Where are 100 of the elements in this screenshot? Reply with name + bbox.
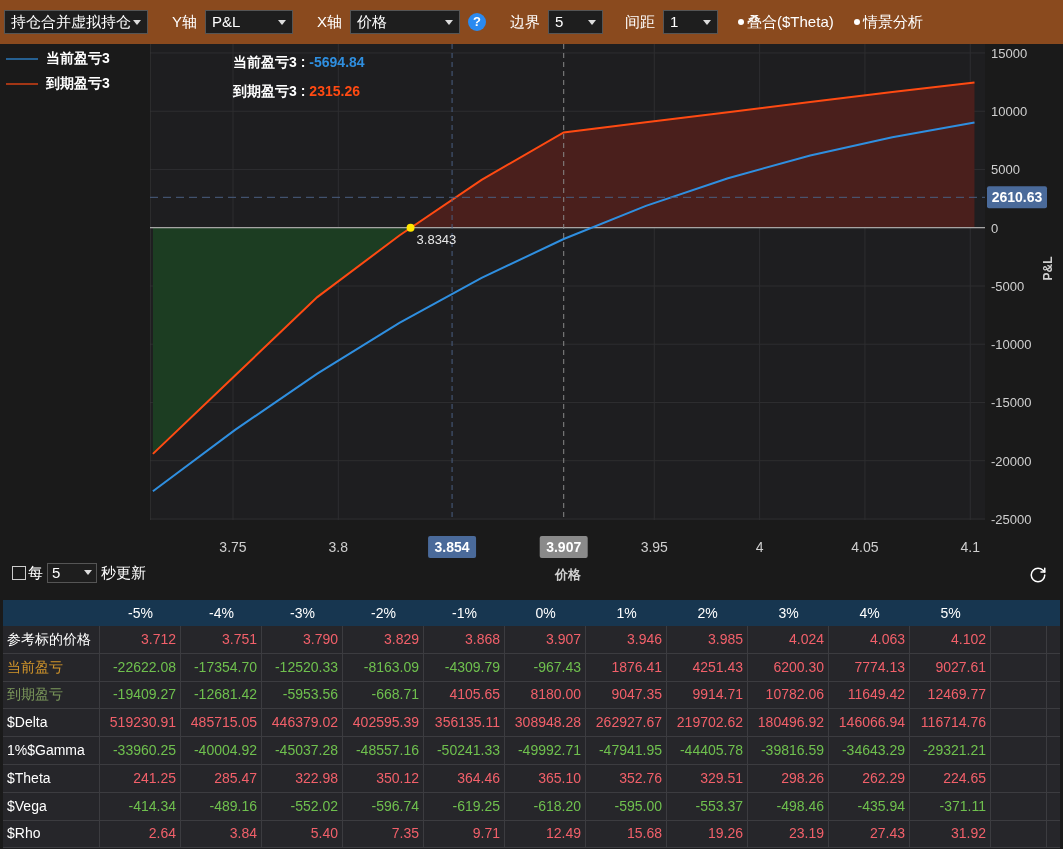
table-cell: 180496.92 [748,709,829,737]
x-tick-label: 4 [755,539,764,555]
table-cell: -435.94 [829,792,910,820]
table-cell: 365.10 [505,765,586,792]
option-toggle[interactable]: 情景分析 [853,10,923,34]
table-cell: -48557.16 [343,737,424,764]
table-cell: 3.84 [181,820,262,848]
caret-icon [84,570,92,576]
column-header: 1% [615,603,638,623]
row-label: $Vega [3,792,100,820]
table-cell: 224.65 [910,765,991,792]
table-cell: 4.102 [910,626,991,653]
caret-icon [278,19,286,25]
table-cell: -22622.08 [100,653,181,681]
axis-value-label: 2610.63 [987,186,1047,209]
table-cell: 9914.71 [667,681,748,709]
table-cell: -619.25 [424,792,505,820]
auto-refresh-checkbox[interactable] [12,565,26,580]
field-label: 边界 [510,11,541,32]
table-cell: 308948.28 [505,709,586,737]
table-cell: 285.47 [181,765,262,792]
position-dropdown[interactable]: 持仓合并虚拟持仓 [4,10,148,34]
table-cell: 6200.30 [748,653,829,681]
table-cell: -967.43 [505,653,586,681]
breakeven-label: 3.8343 [416,231,457,247]
y-tick-label: -25000 [991,512,1032,527]
table-cell: -17354.70 [181,653,262,681]
table-cell: -49992.71 [505,737,586,764]
caret-icon [703,19,712,25]
row-label: 1%$Gamma [3,737,100,764]
table-cell: -552.02 [262,792,343,820]
table-cell: -44405.78 [667,737,748,764]
table-cell: 3.829 [343,626,424,653]
table-cell: 3.946 [586,626,667,653]
x-tick-label: 4.1 [960,539,980,555]
table-cell: -5953.56 [262,681,343,709]
y-axis-dropdown[interactable]: P&L [205,10,293,34]
legend-label: 当前盈亏3 [46,49,110,68]
x-axis-dropdown[interactable]: 价格 [350,10,461,34]
readout-value: -5694.84 [309,53,365,72]
table-cell: -40004.92 [181,737,262,764]
table-cell: -47941.95 [586,737,667,764]
table-cell: 262927.67 [586,709,667,737]
table-cell: -489.16 [181,792,262,820]
y-tick-label: -15000 [991,395,1032,411]
table-cell: 3.751 [181,626,262,653]
table-cell: 7.35 [343,820,424,848]
table-cell: 219702.62 [667,709,748,737]
table-cell: -8163.09 [343,653,424,681]
table-cell: 19.26 [667,820,748,848]
row-label: 参考标的价格 [3,626,100,653]
table-cell: 3.712 [100,626,181,653]
help-button[interactable]: ? [468,13,487,31]
interval-dropdown[interactable]: 5 [47,562,97,583]
table-cell: 1876.41 [586,653,667,681]
table-cell: -12520.33 [262,653,343,681]
legend-line-icon [6,57,38,60]
table-cell: 4.063 [829,626,910,653]
column-header: 0% [534,603,557,623]
readout-value: 2315.26 [309,82,360,101]
y-tick-label: 0 [991,220,999,236]
table-cell: 4.024 [748,626,829,653]
table-cell: -618.20 [505,792,586,820]
column-header: -4% [208,603,235,623]
table-cell: 322.98 [262,765,343,792]
option-toggle[interactable]: 叠合($Theta) [738,10,834,34]
y-tick-label: -20000 [991,453,1032,469]
table-cell: 402595.39 [343,709,424,737]
table-cell: 3.907 [505,626,586,653]
column-header: -5% [127,603,154,623]
x-axis-title: 价格 [554,567,581,582]
refresh-label: 秒更新 [101,562,146,583]
readout-label: 当前盈亏3 : [233,53,306,72]
breakeven-point [406,223,415,232]
y-axis-title: P&L [1041,256,1055,281]
refresh-label: 每 [28,562,43,583]
table-cell: 329.51 [667,765,748,792]
table-cell: 4105.65 [424,681,505,709]
table-cell: 262.29 [829,765,910,792]
table-cell: 2.64 [100,820,181,848]
table-cell: 27.43 [829,820,910,848]
y-tick-label: -10000 [991,337,1032,353]
table-cell: 12469.77 [910,681,991,709]
table-cell: 116714.76 [910,709,991,737]
field-label: Y轴 [172,11,197,32]
axis-value-label: 3.907 [539,536,588,558]
spacing-dropdown[interactable]: 1 [663,10,719,34]
refresh-icon[interactable] [1029,566,1047,584]
y-tick-label: -5000 [991,279,1025,294]
caret-icon [133,19,141,25]
table-cell: 356135.11 [424,709,505,737]
table-cell: 31.92 [910,820,991,848]
table-cell: 146066.94 [829,709,910,737]
dot-icon [738,19,745,25]
boundary-dropdown[interactable]: 5 [548,10,604,34]
dot-icon [853,19,860,25]
table-cell: -39816.59 [748,737,829,764]
column-header: 3% [777,603,800,623]
x-tick-label: 4.05 [851,539,879,555]
table-cell: -498.46 [748,792,829,820]
